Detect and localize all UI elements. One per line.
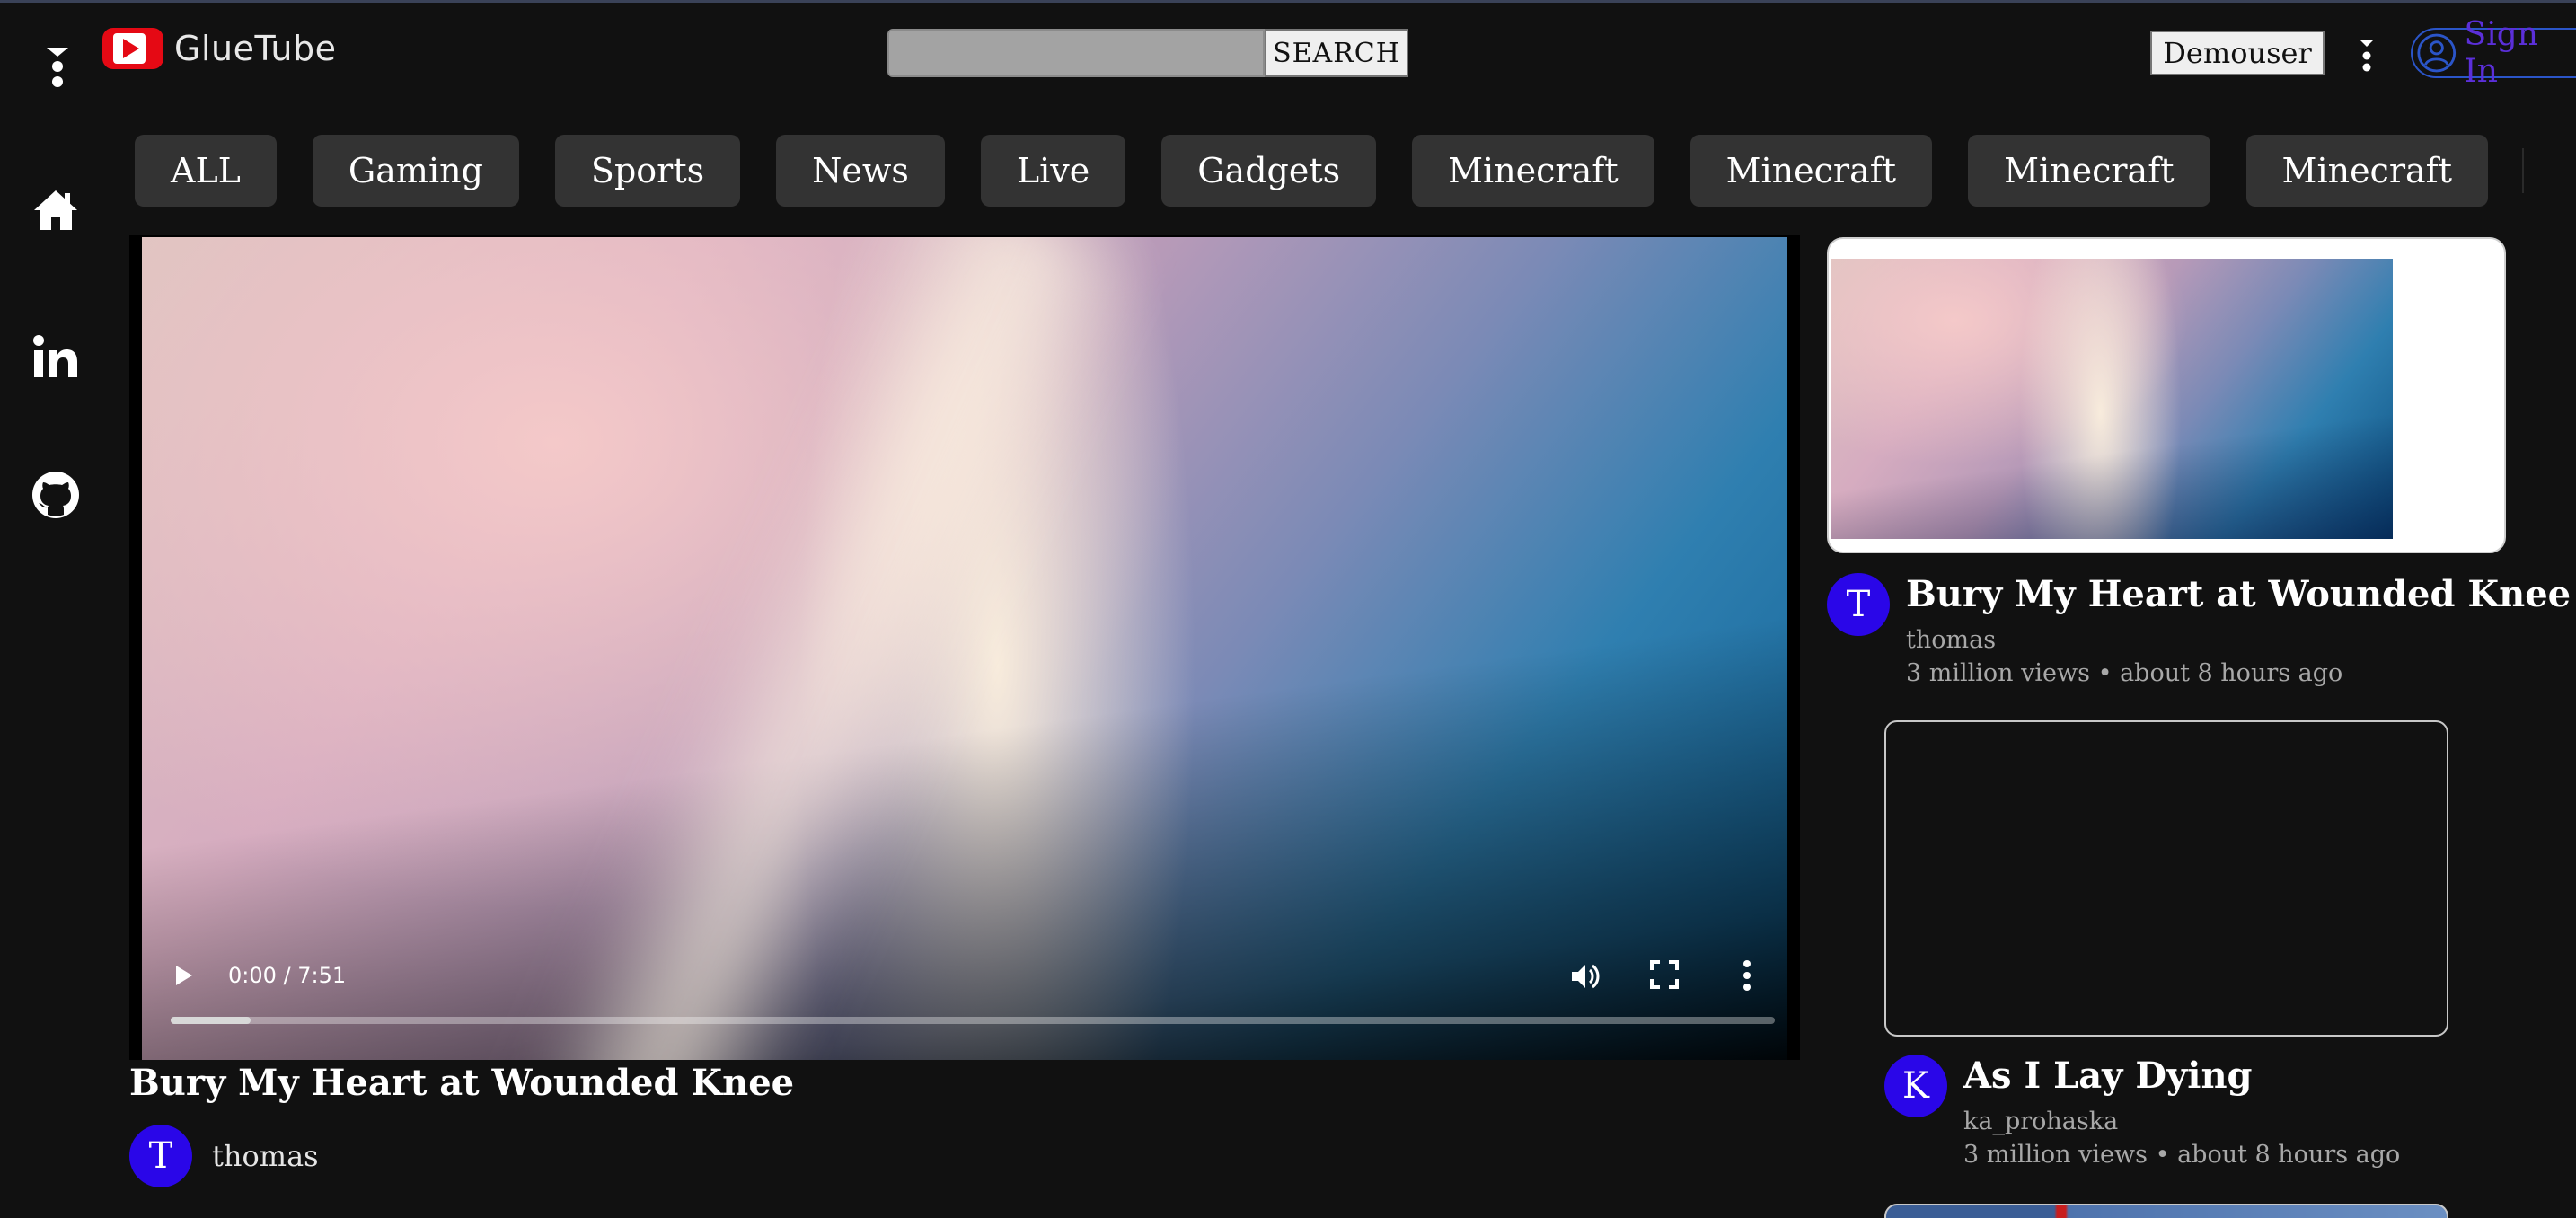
sign-in-label: Sign In [2464,16,2538,90]
chip-minecraft[interactable]: Minecraft [1968,135,2210,207]
meta-dot: • [2155,1141,2178,1169]
recommended-thumbnail[interactable] [1884,720,2448,1037]
recommended-text: As I Lay Dying ka_prohaska 3 million vie… [1963,1055,2400,1169]
chip-news[interactable]: News [776,135,945,207]
chip-gadgets[interactable]: Gadgets [1161,135,1377,207]
chip-live[interactable]: Live [980,135,1126,207]
time-display: 0:00 / 7:51 [228,963,347,988]
upload-age: about 8 hours ago [2177,1141,2401,1169]
avatar[interactable]: T [1827,573,1890,636]
chip-minecraft[interactable]: Minecraft [1412,135,1654,207]
github-icon[interactable] [31,470,81,520]
search-bar: SEARCH [887,29,1408,77]
recommended-channel[interactable]: ka_prohaska [1963,1108,2400,1135]
video-frame[interactable]: 0:00 / 7:51 [142,237,1787,1060]
progress-bar[interactable] [171,1017,1775,1024]
recommended-thumbnail[interactable] [1884,1204,2448,1218]
views-count: 3 million views [1963,1141,2148,1169]
chip-all[interactable]: ALL [135,135,277,207]
search-input[interactable] [887,29,1265,77]
linkedin-icon[interactable] [31,332,81,383]
play-icon[interactable] [169,961,198,990]
recommended-channel[interactable]: thomas [1906,626,2571,654]
logo-text: GlueTube [174,29,337,68]
volume-icon[interactable] [1568,959,1602,993]
avatar[interactable]: K [1884,1055,1947,1117]
upload-age: about 8 hours ago [2120,659,2343,687]
chip-sports[interactable]: Sports [554,135,741,207]
home-icon[interactable] [31,185,81,235]
more-options-icon[interactable] [2353,37,2380,73]
chip-gaming[interactable]: Gaming [312,135,519,207]
views-count: 3 million views [1906,659,2090,687]
video-channel[interactable]: T thomas [129,1125,319,1187]
play-logo-icon [102,28,163,69]
avatar[interactable]: T [129,1125,192,1187]
user-circle-icon [2417,33,2457,73]
meta-dot: • [2097,659,2121,687]
player-more-icon[interactable] [1735,958,1759,993]
recommended-meta: 3 million views • about 8 hours ago [1906,659,2571,687]
recommended-text: Bury My Heart at Wounded Knee thomas 3 m… [1906,573,2571,687]
top-header: GlueTube SEARCH Demouser Sign In [0,0,2576,108]
logo[interactable]: GlueTube [101,26,337,71]
chip-minecraft[interactable]: Minecraft [2245,135,2488,207]
recommended-video-info[interactable]: K As I Lay Dying ka_prohaska 3 million v… [1884,1055,2400,1169]
recommended-title[interactable]: As I Lay Dying [1963,1055,2400,1097]
thumbnail-image [1831,259,2393,539]
fullscreen-icon[interactable] [1649,959,1680,990]
channel-name[interactable]: thomas [212,1139,319,1173]
video-title: Bury My Heart at Wounded Knee [129,1062,795,1104]
sign-in-button[interactable]: Sign In [2411,16,2576,90]
user-button[interactable]: Demouser [2150,31,2325,75]
recommended-title[interactable]: Bury My Heart at Wounded Knee [1906,573,2571,615]
chip-minecraft[interactable]: Minecraft [1689,135,1933,207]
category-chips: ALL Gaming Sports News Live Gadgets Mine… [135,135,2488,207]
video-player[interactable]: 0:00 / 7:51 [129,235,1800,1060]
menu-icon[interactable] [40,42,75,91]
chips-divider [2522,148,2524,193]
recommended-meta: 3 million views • about 8 hours ago [1963,1141,2400,1169]
progress-buffered [171,1017,251,1024]
recommended-thumbnail[interactable] [1827,237,2506,553]
recommended-video-info[interactable]: T Bury My Heart at Wounded Knee thomas 3… [1827,573,2571,687]
search-button[interactable]: SEARCH [1265,29,1408,77]
